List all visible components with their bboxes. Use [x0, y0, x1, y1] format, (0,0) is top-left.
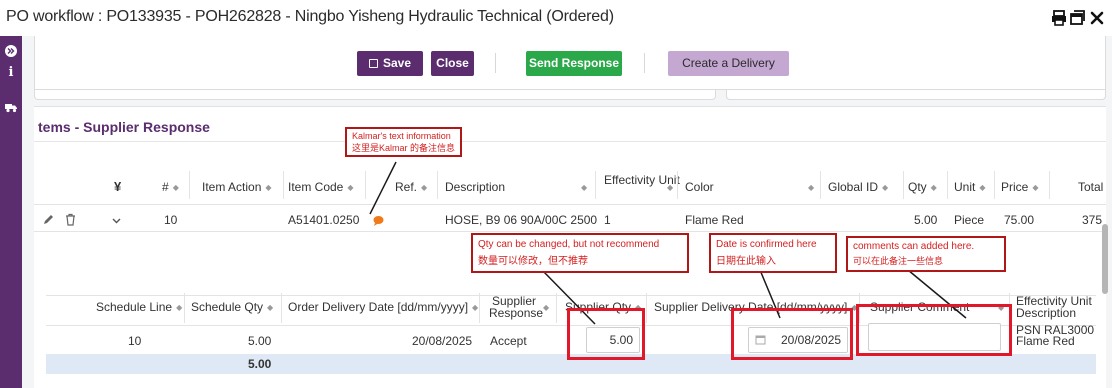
create-delivery-button[interactable]: Create a Delivery — [668, 51, 789, 76]
save-label: Save — [382, 56, 412, 70]
column-separator — [281, 293, 282, 323]
annotation-text: comments can added here. — [853, 241, 975, 252]
column-header-effectivity-unit-description[interactable]: Effectivity Unit Description — [1016, 295, 1092, 319]
divider — [34, 141, 1106, 142]
annotation-text: Kalmar's text information — [352, 131, 451, 141]
column-header-qty[interactable]: Qty ◆ — [908, 180, 937, 194]
annotation-text: 数量可以修改，但不推荐 — [478, 256, 588, 267]
divider — [46, 295, 1096, 296]
item-qty: 5.00 — [914, 213, 938, 227]
annotation-text: 这里是Kalmar 的备注信息 — [352, 143, 456, 153]
column-header-item-action[interactable]: Item Action ◆ — [202, 180, 272, 194]
column-separator — [677, 171, 678, 199]
order-delivery-date-value: 20/08/2025 — [412, 334, 473, 348]
expand-icon[interactable] — [4, 44, 18, 58]
upper-panel-left — [34, 90, 716, 100]
window-icon[interactable] — [1068, 9, 1086, 27]
column-header-global-id[interactable]: Global ID ◆ — [828, 180, 888, 194]
column-header-unit[interactable]: Unit ◆ — [954, 180, 986, 194]
effectivity-unit-description-value: PSN RAL3000 Flame Red — [1016, 323, 1095, 348]
sidebar: i — [0, 36, 22, 388]
column-header-supplier-response[interactable]: Supplier Response — [489, 295, 543, 319]
column-header-description[interactable]: Description — [445, 180, 505, 194]
upper-panels-edge — [34, 90, 1106, 104]
item-color: Flame Red — [685, 213, 744, 227]
column-header-color[interactable]: Color — [685, 180, 714, 194]
divider — [34, 231, 1106, 232]
column-separator — [820, 171, 821, 199]
column-header-number[interactable]: # ◆ — [162, 180, 179, 194]
highlight-supplier-delivery-date — [731, 308, 853, 360]
info-icon[interactable]: i — [4, 66, 18, 80]
column-separator — [365, 171, 366, 199]
column-header-effectivity-unit[interactable]: Effectivity Unit — [604, 174, 680, 186]
toolbar: Save Close Send Response Create a Delive… — [34, 36, 1106, 90]
divider — [34, 204, 1106, 205]
annotation-text: Date is confirmed here — [716, 239, 817, 250]
highlight-supplier-qty — [567, 308, 645, 360]
column-header-total[interactable]: Total — [1078, 180, 1103, 194]
column-separator — [184, 293, 185, 323]
item-effectivity-unit: 1 — [604, 213, 611, 227]
subtotal-qty: 5.00 — [248, 357, 272, 371]
annotation-comment: comments can added here. 可以在此备注一些信息 — [846, 236, 1006, 272]
toolbar-divider — [495, 53, 496, 73]
collapse-all-icon[interactable]: ¥ — [114, 179, 121, 194]
item-unit: Piece — [954, 213, 985, 227]
save-icon — [368, 59, 378, 68]
column-separator — [189, 171, 190, 199]
annotation-text: 可以在此备注一些信息 — [853, 256, 944, 266]
window-title: PO workflow : PO133935 - POH262828 - Nin… — [6, 8, 614, 25]
column-separator — [437, 171, 438, 199]
schedule-qty-value: 5.00 — [248, 334, 272, 348]
column-separator — [283, 171, 284, 199]
title-bar: PO workflow : PO133935 - POH262828 - Nin… — [0, 0, 1112, 36]
column-header-schedule-qty[interactable]: Schedule Qty ◆ — [191, 300, 273, 314]
chevron-down-icon[interactable] — [110, 214, 123, 227]
annotation-text: Qty can be changed, but not recommend — [478, 239, 660, 250]
annotation-date: Date is confirmed here 日期在此输入 — [709, 233, 837, 273]
annotation-kalmar: Kalmar's text information 这里是Kalmar 的备注信… — [345, 127, 463, 157]
column-separator — [556, 293, 557, 323]
pencil-icon[interactable] — [42, 213, 55, 226]
item-total: 375 — [1082, 213, 1103, 227]
supplier-response-value[interactable]: Accept — [490, 334, 527, 348]
column-header-schedule-line[interactable]: Schedule Line ◆ — [96, 300, 182, 314]
save-button[interactable]: Save — [357, 51, 423, 76]
column-separator — [994, 171, 995, 199]
column-separator — [479, 293, 480, 323]
annotation-text: 日期在此输入 — [716, 256, 776, 267]
upper-panel-right — [726, 90, 1106, 100]
column-separator — [646, 293, 647, 323]
column-header-price[interactable]: Price ◆ — [1001, 180, 1039, 194]
column-header-ref[interactable]: Ref. ◆ — [395, 180, 427, 194]
close-icon[interactable] — [1088, 9, 1106, 27]
sort-icon[interactable]: ◆ — [577, 180, 587, 194]
highlight-supplier-comment — [856, 304, 1012, 356]
toolbar-divider — [644, 53, 645, 73]
sort-icon[interactable]: ◆ — [539, 300, 549, 314]
comment-bubble-icon[interactable] — [372, 214, 385, 227]
section-title: tems - Supplier Response — [38, 119, 210, 135]
column-separator — [903, 171, 904, 199]
trash-icon[interactable] — [64, 213, 77, 226]
column-separator — [1049, 171, 1050, 199]
sort-icon[interactable]: ◆ — [663, 180, 673, 194]
row-number: 10 — [164, 213, 178, 227]
close-button[interactable]: Close — [431, 51, 474, 76]
column-separator — [595, 171, 596, 199]
vertical-scrollbar[interactable] — [1102, 224, 1108, 294]
column-header-item-code[interactable]: Item Code ◆ — [288, 180, 354, 194]
column-header-order-delivery-date[interactable]: Order Delivery Date [dd/mm/yyyy] ◆ — [288, 300, 478, 314]
send-response-button[interactable]: Send Response — [526, 51, 622, 76]
item-description: HOSE, B9 06 90A/00C 2500 — [445, 213, 598, 227]
annotation-qty: Qty can be changed, but not recommend 数量… — [471, 233, 689, 273]
item-code: A51401.0250 — [288, 213, 360, 227]
column-separator — [947, 171, 948, 199]
print-icon[interactable] — [1050, 9, 1068, 27]
item-price: 75.00 — [1004, 213, 1035, 227]
truck-icon[interactable] — [4, 100, 18, 114]
schedule-line-value: 10 — [128, 334, 142, 348]
sort-icon[interactable]: ◆ — [804, 180, 814, 194]
